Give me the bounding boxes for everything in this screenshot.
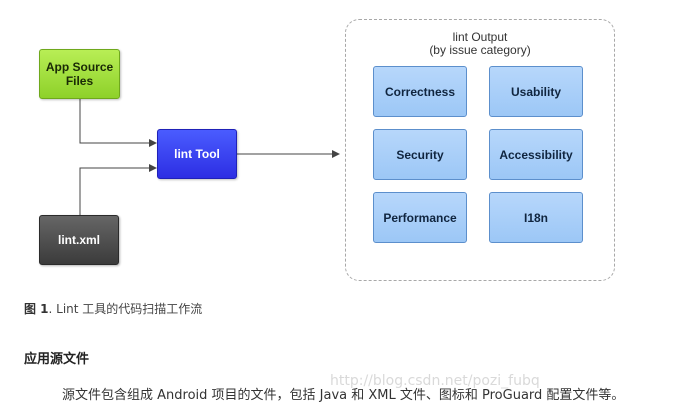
figure-caption-text: . Lint 工具的代码扫描工作流 xyxy=(48,302,203,316)
app-source-files-box: App Source Files xyxy=(39,49,120,99)
category-usability: Usability xyxy=(489,66,583,117)
category-security: Security xyxy=(373,129,467,180)
category-performance: Performance xyxy=(373,192,467,243)
category-i18n: I18n xyxy=(489,192,583,243)
arrow-config-to-tool xyxy=(79,164,157,215)
lint-tool-box: lint Tool xyxy=(157,129,237,179)
output-title: lint Output xyxy=(452,30,508,44)
lint-xml-box: lint.xml xyxy=(39,215,119,265)
section-heading: 应用源文件 xyxy=(24,352,90,367)
figure-label: 图 1 xyxy=(24,302,49,316)
figure-caption: 图 1. Lint 工具的代码扫描工作流 xyxy=(24,300,202,317)
category-correctness: Correctness xyxy=(373,66,467,117)
section-paragraph: 源文件包含组成 Android 项目的文件，包括 Java 和 XML 文件、图… xyxy=(62,388,625,403)
output-subtitle: (by issue category) xyxy=(429,43,531,57)
arrow-source-to-tool xyxy=(79,99,157,147)
category-accessibility: Accessibility xyxy=(489,129,583,180)
